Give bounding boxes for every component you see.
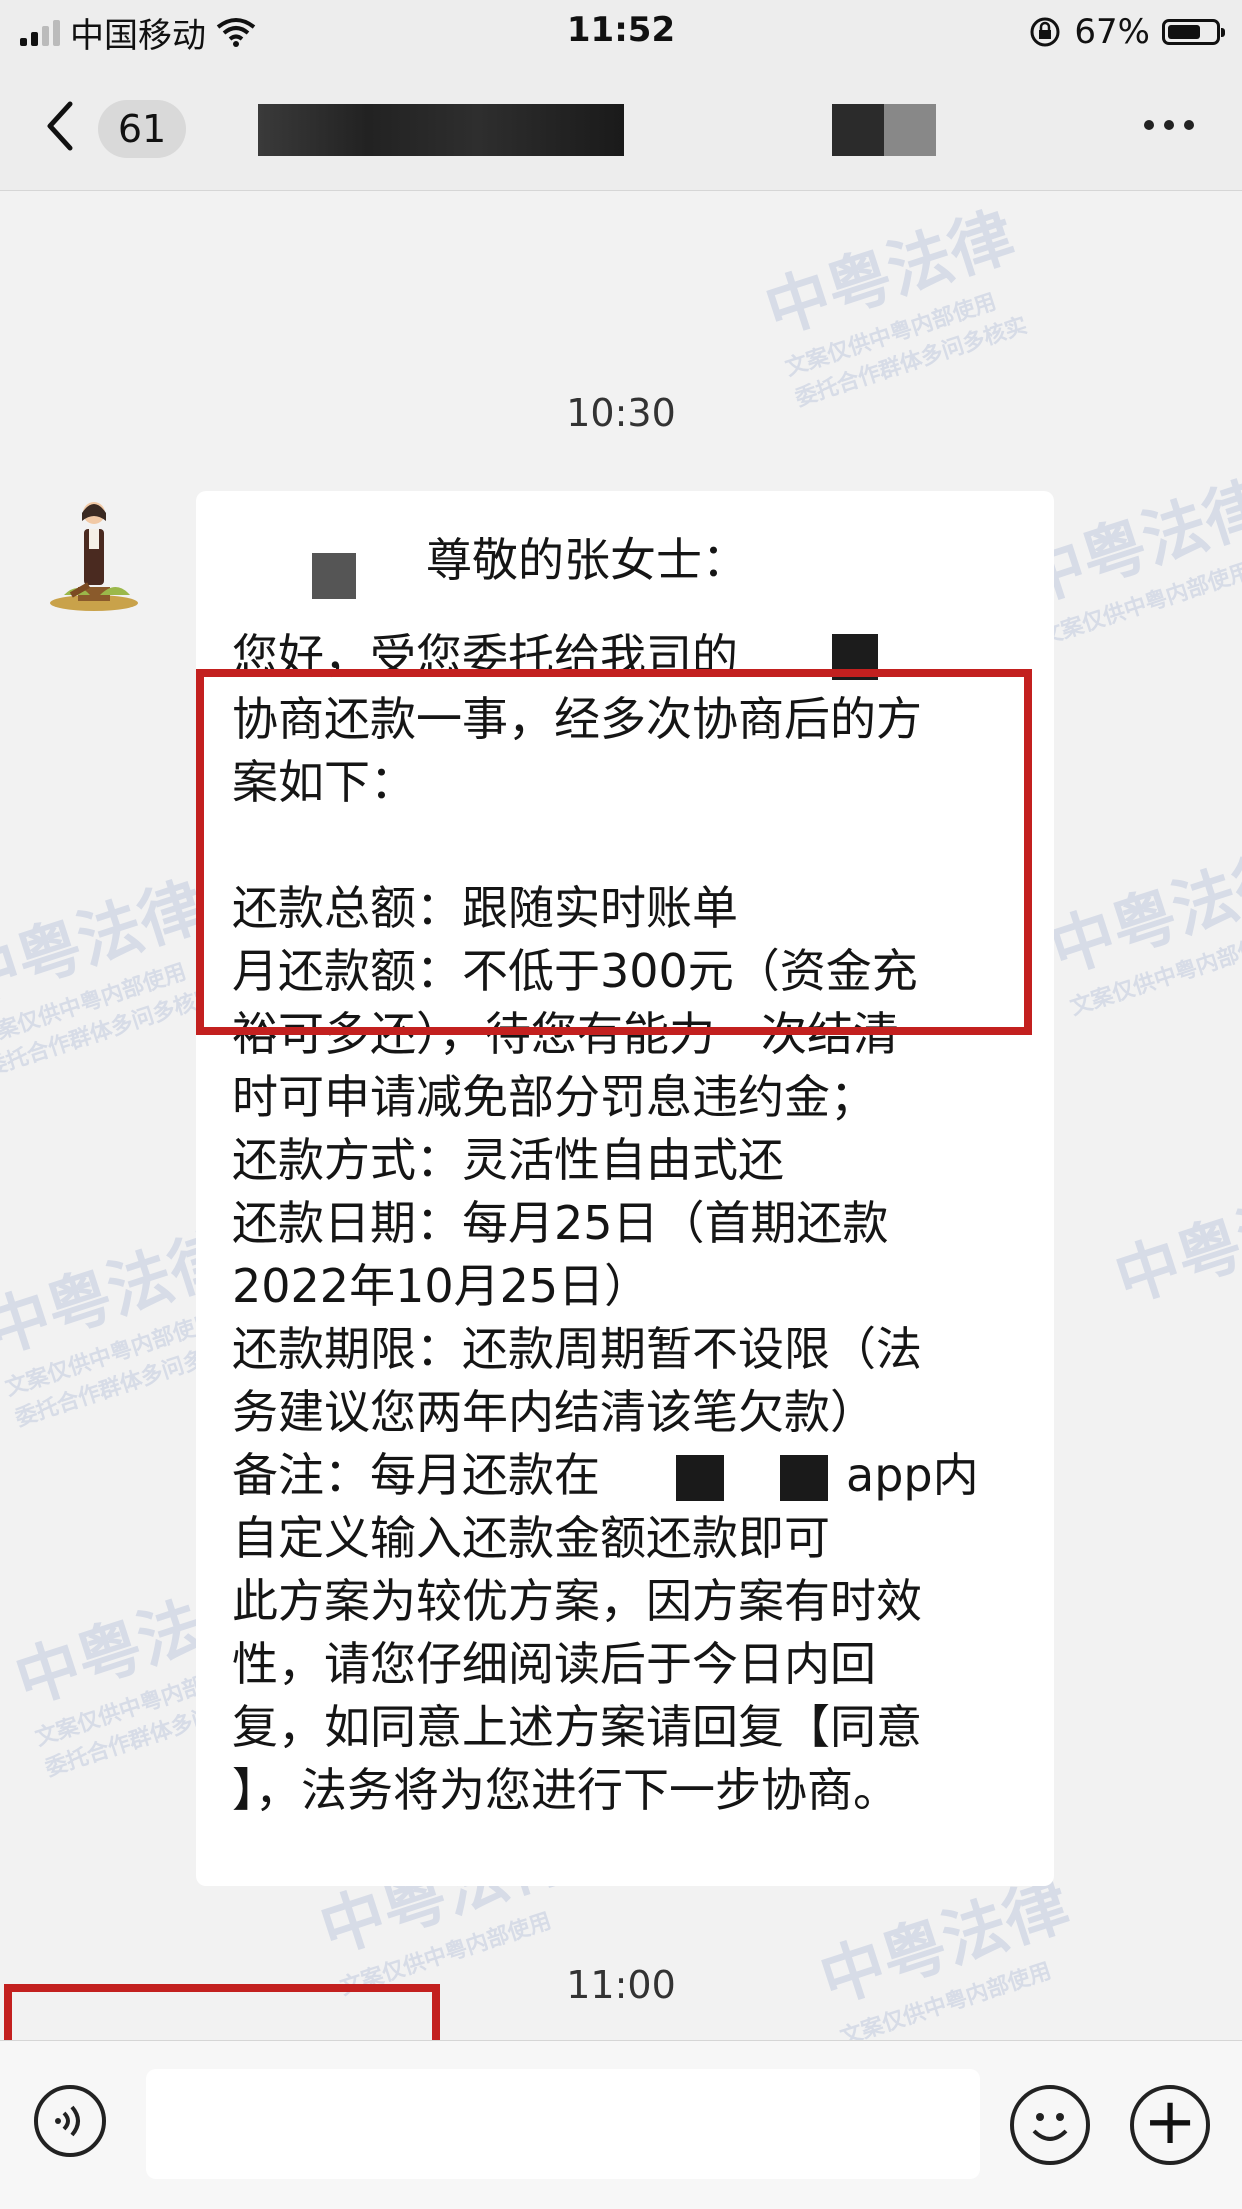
highlight-box xyxy=(4,1984,440,2040)
highlight-box xyxy=(196,669,1032,1035)
voice-icon[interactable] xyxy=(34,2085,106,2157)
redacted-block xyxy=(780,1455,828,1501)
message-line: 还款方式：灵活性自由式还 xyxy=(232,1133,784,1187)
chat-subtitle-redacted xyxy=(832,104,936,156)
message-line: 务建议您两年内结清该笔欠款） xyxy=(232,1385,876,1439)
message-line: 还款日期：每月25日（首期还款 xyxy=(232,1196,889,1250)
message-line: 性，请您仔细阅读后于今日内回 xyxy=(232,1637,876,1691)
message-line: 复，如同意上述方案请回复【同意 xyxy=(232,1700,922,1754)
watermark: 中粤法律 xyxy=(1106,1167,1242,1318)
rotation-lock-icon xyxy=(1030,17,1060,47)
status-bar: 中国移动 11:52 67% xyxy=(0,0,1242,64)
message-line: app内 xyxy=(846,1448,979,1502)
watermark: 中粤法律 文案仅供中粤内部使用 委托合作群体多问多核实 xyxy=(756,199,1031,412)
message-line: 自定义输入还款金额还款即可 xyxy=(232,1511,830,1565)
back-chevron-icon[interactable] xyxy=(42,98,82,158)
plus-icon[interactable]: + xyxy=(1130,2085,1210,2165)
battery-icon xyxy=(1162,19,1225,45)
redacted-block xyxy=(676,1455,724,1501)
message-line: 还款期限：还款周期暂不设限（法 xyxy=(232,1322,922,1376)
message-input[interactable] xyxy=(146,2069,980,2179)
message-line: 此方案为较优方案，因方案有时效 xyxy=(232,1574,922,1628)
input-bar: + xyxy=(0,2040,1242,2209)
nav-bar: 61 xyxy=(0,64,1242,191)
more-icon[interactable] xyxy=(1144,120,1194,130)
emoji-icon[interactable] xyxy=(1010,2085,1090,2165)
battery-percent: 67% xyxy=(1074,12,1150,52)
unread-count-badge[interactable]: 61 xyxy=(98,100,186,158)
greeting-text: 尊敬的张女士： xyxy=(426,533,748,587)
watermark: 中粤法律 文案仅供中粤内部使用 xyxy=(1041,838,1242,1021)
message-timestamp: 10:30 xyxy=(566,391,676,435)
message-line: 2022年10月25日） xyxy=(232,1259,651,1313)
chat-title-redacted xyxy=(258,104,624,156)
redacted-block xyxy=(312,553,356,599)
status-right: 67% xyxy=(1028,10,1225,54)
message-line: 时可申请减免部分罚息违约金； xyxy=(232,1070,876,1124)
lawyer-avatar[interactable] xyxy=(38,491,150,621)
message-line: 】，法务将为您进行下一步协商。 xyxy=(232,1763,899,1817)
chat-area[interactable]: 中粤法律 文案仅供中粤内部使用 委托合作群体多问多核实 中粤法律 文案仅供中粤内… xyxy=(0,191,1242,2040)
